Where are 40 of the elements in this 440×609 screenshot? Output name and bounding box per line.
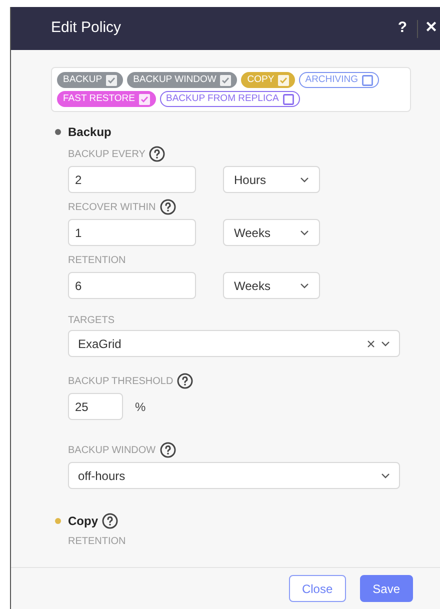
unchecked-box-icon — [282, 94, 294, 104]
text-field[interactable]: 1 — [68, 219, 196, 246]
field-label: TARGETS — [68, 314, 114, 328]
text-field[interactable]: 6 — [68, 272, 196, 299]
unchecked-box-icon — [362, 74, 374, 86]
tag-toggle[interactable]: BACKUP FROM REPLICA — [160, 91, 300, 107]
targets-dropdown[interactable]: ExaGrid — [68, 330, 400, 357]
checked-box-icon — [138, 94, 150, 104]
checked-box-icon — [278, 74, 290, 86]
field-label: BACKUP EVERY — [68, 148, 146, 162]
dialog-title: Edit Policy — [51, 18, 122, 38]
field-label: RECOVER WITHIN — [68, 200, 156, 214]
section-title: Copy — [68, 513, 98, 530]
field-label: BACKUP WINDOW — [68, 444, 156, 458]
chevron-down-icon — [381, 472, 390, 478]
chevron-down-icon — [300, 176, 309, 182]
help-button[interactable]: ? — [392, 17, 413, 40]
field-label: RETENTION — [68, 254, 126, 268]
help-icon[interactable] — [177, 373, 194, 389]
checked-box-icon — [220, 74, 232, 86]
close-button[interactable]: ✕ — [422, 17, 438, 40]
chevron-down-icon — [300, 230, 309, 236]
text-field[interactable]: 2 — [68, 166, 196, 193]
text-field[interactable]: 25 — [68, 393, 123, 420]
help-icon[interactable] — [160, 199, 176, 215]
help-icon[interactable] — [149, 146, 166, 162]
chevron-down-icon — [300, 282, 309, 288]
section-title: Backup — [68, 124, 112, 141]
window-dropdown[interactable]: off-hours — [68, 462, 400, 489]
unit-dropdown[interactable]: Hours — [223, 166, 320, 193]
help-icon[interactable] — [160, 442, 176, 458]
chevron-down-icon — [381, 340, 390, 346]
field-label: RETENTION — [68, 534, 126, 548]
checked-box-icon — [106, 74, 118, 86]
unit-text: % — [135, 398, 146, 416]
unit-dropdown[interactable]: Weeks — [223, 272, 320, 299]
help-icon[interactable] — [102, 513, 118, 529]
unit-dropdown[interactable]: Weeks — [223, 219, 320, 246]
clear-icon[interactable] — [367, 340, 375, 348]
field-label: BACKUP THRESHOLD — [68, 374, 174, 388]
